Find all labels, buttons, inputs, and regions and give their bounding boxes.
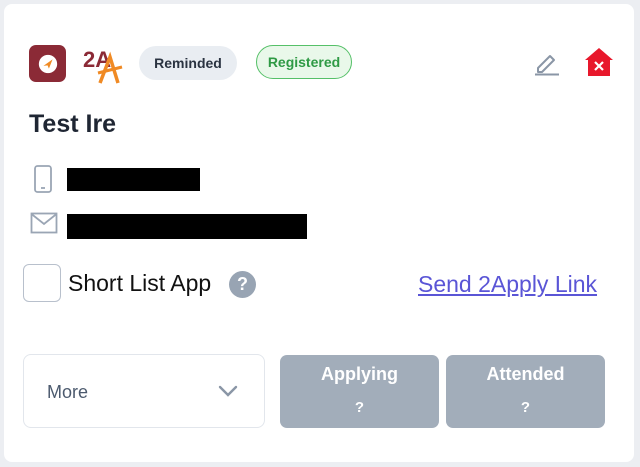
shortlist-checkbox[interactable] xyxy=(23,264,61,302)
phone-icon xyxy=(33,165,53,193)
envelope-icon xyxy=(30,212,58,234)
attended-title: Attended xyxy=(486,364,565,384)
applying-button[interactable]: Applying ? xyxy=(280,355,439,428)
applying-value: ? xyxy=(354,399,365,416)
status-badge-label: Reminded xyxy=(154,55,222,71)
status-badge-reminded: Reminded xyxy=(139,46,237,80)
brand-logo: 2A xyxy=(82,43,124,85)
more-label: More xyxy=(47,382,89,402)
lead-card: 2A Reminded Registered Test Ire Short Li… xyxy=(4,4,634,462)
applying-title: Applying xyxy=(321,364,398,384)
lead-name: Test Ire xyxy=(29,110,117,138)
send-2apply-link[interactable]: Send 2Apply Link xyxy=(418,271,597,298)
help-icon[interactable]: ? xyxy=(229,271,256,298)
house-x-icon[interactable] xyxy=(583,46,615,78)
status-badge-label: Registered xyxy=(267,54,341,70)
chevron-down-icon xyxy=(217,382,239,400)
attended-button[interactable]: Attended ? xyxy=(446,355,605,428)
attended-value: ? xyxy=(520,399,531,416)
shortlist-label: Short List App xyxy=(68,270,212,296)
phone-value-redacted xyxy=(67,168,200,191)
paper-plane-icon xyxy=(29,45,66,82)
email-value-redacted xyxy=(67,214,307,239)
more-dropdown[interactable]: More xyxy=(23,354,265,428)
status-badge-registered: Registered xyxy=(256,45,352,79)
pencil-icon[interactable] xyxy=(532,48,560,76)
